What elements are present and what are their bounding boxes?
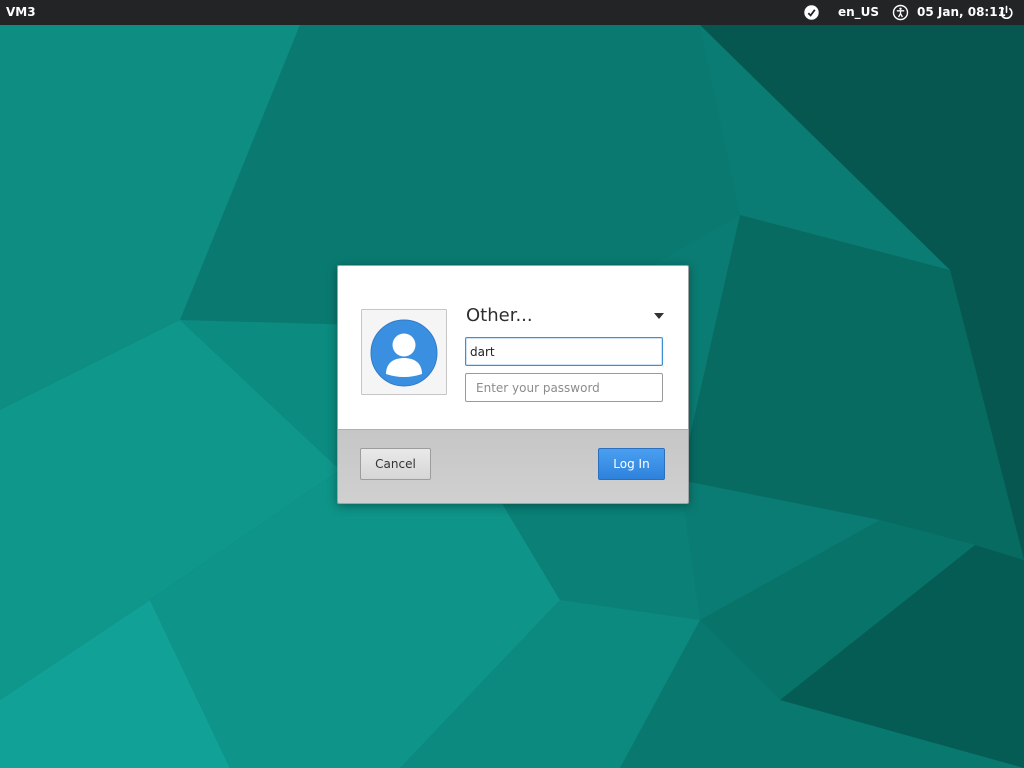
login-dialog-body: Other... [338, 266, 688, 430]
clock[interactable]: 05 Jan, 08:11 [917, 4, 1006, 21]
user-avatar [361, 309, 447, 395]
accessibility-icon[interactable] [892, 4, 909, 21]
password-input[interactable] [465, 373, 663, 402]
hostname-label: VM3 [6, 5, 36, 19]
desktop: VM3 en_US 05 Jan, 08:11 Other... dart Ca… [0, 0, 1024, 768]
user-selector-label: Other... [466, 305, 533, 326]
user-selector[interactable]: Other... [466, 304, 664, 328]
top-panel: VM3 en_US 05 Jan, 08:11 [0, 0, 1024, 25]
notification-icon[interactable] [803, 4, 820, 21]
cancel-button[interactable]: Cancel [360, 448, 431, 480]
login-dialog: Other... Cancel Log In [337, 265, 689, 504]
username-input[interactable] [465, 337, 663, 366]
login-dialog-footer: Cancel Log In [338, 430, 688, 503]
keyboard-layout-indicator[interactable]: en_US [838, 4, 879, 21]
user-avatar-icon [370, 319, 438, 387]
login-button[interactable]: Log In [598, 448, 665, 480]
power-icon[interactable] [998, 4, 1015, 21]
chevron-down-icon [654, 313, 664, 319]
